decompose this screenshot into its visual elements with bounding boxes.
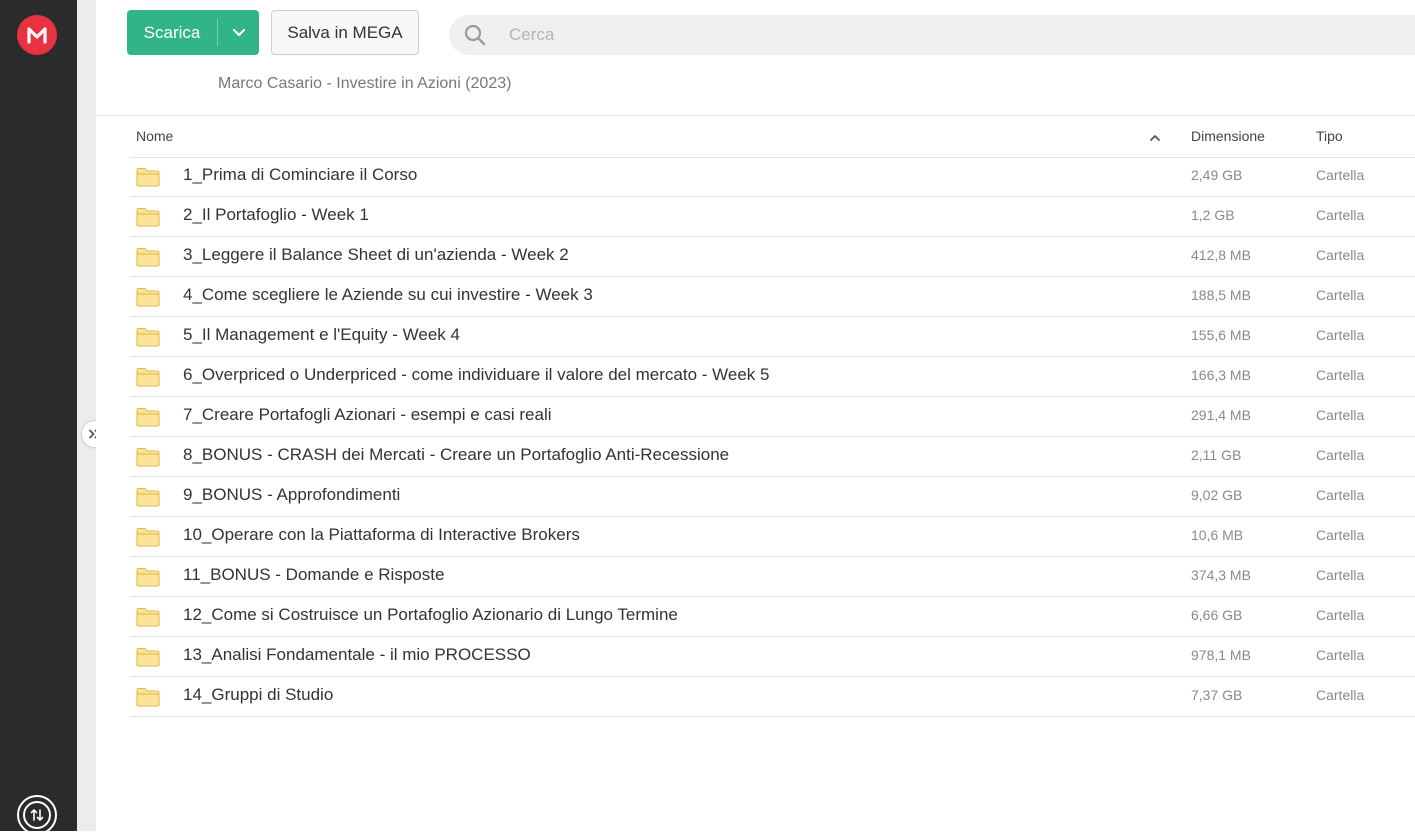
file-size: 978,1 MB xyxy=(1191,647,1251,663)
file-type: Cartella xyxy=(1316,367,1365,383)
file-name[interactable]: 5_Il Management e l'Equity - Week 4 xyxy=(183,325,460,345)
file-name[interactable]: 6_Overpriced o Underpriced - come indivi… xyxy=(183,365,769,385)
table-row[interactable]: 1_Prima di Cominciare il Corso 2,49 GB Car… xyxy=(130,157,1415,197)
table-row[interactable]: 14_Gruppi di Studio 7,37 GB Cartella xyxy=(130,677,1415,717)
file-size: 291,4 MB xyxy=(1191,407,1251,423)
folder-icon xyxy=(136,688,160,707)
folder-icon xyxy=(136,408,160,427)
mega-logo-icon[interactable] xyxy=(17,15,57,55)
table-row[interactable]: 2_Il Portafoglio - Week 1 1,2 GB Cartella xyxy=(130,197,1415,237)
file-size: 9,02 GB xyxy=(1191,487,1243,503)
header-divider xyxy=(96,115,1415,116)
search-input[interactable] xyxy=(509,25,1309,45)
file-name[interactable]: 8_BONUS - CRASH dei Mercati - Creare un … xyxy=(183,445,729,465)
file-size: 374,3 MB xyxy=(1191,567,1251,583)
column-header-type[interactable]: Tipo xyxy=(1316,128,1343,144)
file-type: Cartella xyxy=(1316,287,1365,303)
table-row[interactable]: 9_BONUS - Approfondimenti 9,02 GB Cartella xyxy=(130,477,1415,517)
folder-icon xyxy=(136,488,160,507)
folder-icon xyxy=(136,168,160,187)
file-name[interactable]: 10_Operare con la Piattaforma di Interac… xyxy=(183,525,580,545)
left-rail xyxy=(0,0,77,835)
folder-icon xyxy=(136,528,160,547)
file-size: 155,6 MB xyxy=(1191,327,1251,343)
file-name[interactable]: 9_BONUS - Approfondimenti xyxy=(183,485,400,505)
file-size: 2,11 GB xyxy=(1191,447,1242,463)
transfers-icon[interactable] xyxy=(17,795,57,835)
file-type: Cartella xyxy=(1316,687,1365,703)
file-type: Cartella xyxy=(1316,327,1365,343)
file-name[interactable]: 3_Leggere il Balance Sheet di un'azienda… xyxy=(183,245,569,265)
file-type: Cartella xyxy=(1316,527,1365,543)
file-size: 1,2 GB xyxy=(1191,207,1235,223)
table-row[interactable]: 6_Overpriced o Underpriced - come indivi… xyxy=(130,357,1415,397)
file-type: Cartella xyxy=(1316,167,1365,183)
download-button[interactable]: Scarica xyxy=(127,10,259,55)
table-row[interactable]: 8_BONUS - CRASH dei Mercati - Creare un … xyxy=(130,437,1415,477)
folder-icon xyxy=(136,208,160,227)
file-size: 188,5 MB xyxy=(1191,287,1251,303)
search-icon xyxy=(463,23,487,47)
file-type: Cartella xyxy=(1316,447,1365,463)
file-type: Cartella xyxy=(1316,207,1365,223)
search-bar[interactable] xyxy=(449,15,1415,55)
table-row[interactable]: 12_Come si Costruisce un Portafoglio Azi… xyxy=(130,597,1415,637)
file-type: Cartella xyxy=(1316,247,1365,263)
side-panel-strip xyxy=(77,0,96,831)
table-row[interactable]: 5_Il Management e l'Equity - Week 4 155,6… xyxy=(130,317,1415,357)
file-type: Cartella xyxy=(1316,567,1365,583)
folder-icon xyxy=(136,328,160,347)
folder-icon xyxy=(136,648,160,667)
table-row[interactable]: 13_Analisi Fondamentale - il mio PROCESS… xyxy=(130,637,1415,677)
file-type: Cartella xyxy=(1316,607,1365,623)
file-name[interactable]: 14_Gruppi di Studio xyxy=(183,685,333,705)
folder-icon xyxy=(136,608,160,627)
file-list: 1_Prima di Cominciare il Corso 2,49 GB Car… xyxy=(130,157,1415,717)
file-size: 6,66 GB xyxy=(1191,607,1243,623)
file-type: Cartella xyxy=(1316,407,1365,423)
table-row[interactable]: 11_BONUS - Domande e Risposte 374,3 MB Car… xyxy=(130,557,1415,597)
folder-icon xyxy=(136,368,160,387)
column-header-size[interactable]: Dimensione xyxy=(1191,128,1265,144)
download-button-label[interactable]: Scarica xyxy=(127,10,217,55)
file-name[interactable]: 12_Come si Costruisce un Portafoglio Azi… xyxy=(183,605,678,625)
file-name[interactable]: 7_Creare Portafogli Azionari - esempi e … xyxy=(183,405,552,425)
table-row[interactable]: 10_Operare con la Piattaforma di Interac… xyxy=(130,517,1415,557)
file-size: 166,3 MB xyxy=(1191,367,1251,383)
file-name[interactable]: 11_BONUS - Domande e Risposte xyxy=(183,565,444,585)
file-size: 10,6 MB xyxy=(1191,527,1244,543)
save-to-mega-button[interactable]: Salva in MEGA xyxy=(271,10,419,55)
chevron-down-icon[interactable] xyxy=(218,10,259,55)
table-row[interactable]: 7_Creare Portafogli Azionari - esempi e … xyxy=(130,397,1415,437)
file-name[interactable]: 4_Come scegliere le Aziende su cui inves… xyxy=(183,285,593,305)
breadcrumb[interactable]: Marco Casario - Investire in Azioni (202… xyxy=(218,75,511,93)
file-type: Cartella xyxy=(1316,487,1365,503)
folder-icon xyxy=(136,288,160,307)
table-row[interactable]: 3_Leggere il Balance Sheet di un'azienda… xyxy=(130,237,1415,277)
file-type: Cartella xyxy=(1316,647,1365,663)
folder-icon xyxy=(136,568,160,587)
folder-icon xyxy=(136,248,160,267)
folder-icon xyxy=(136,448,160,467)
file-name[interactable]: 13_Analisi Fondamentale - il mio PROCESS… xyxy=(183,645,531,665)
file-size: 7,37 GB xyxy=(1191,687,1243,703)
table-row[interactable]: 4_Come scegliere le Aziende su cui inves… xyxy=(130,277,1415,317)
file-name[interactable]: 2_Il Portafoglio - Week 1 xyxy=(183,205,369,225)
main-content: Scarica Salva in MEGA Marco Casario - In… xyxy=(96,0,1415,831)
file-size: 412,8 MB xyxy=(1191,247,1251,263)
column-header-name[interactable]: Nome xyxy=(136,128,173,144)
file-name[interactable]: 1_Prima di Cominciare il Corso xyxy=(183,165,417,185)
file-size: 2,49 GB xyxy=(1191,167,1243,183)
sort-ascending-icon[interactable] xyxy=(1148,131,1162,145)
